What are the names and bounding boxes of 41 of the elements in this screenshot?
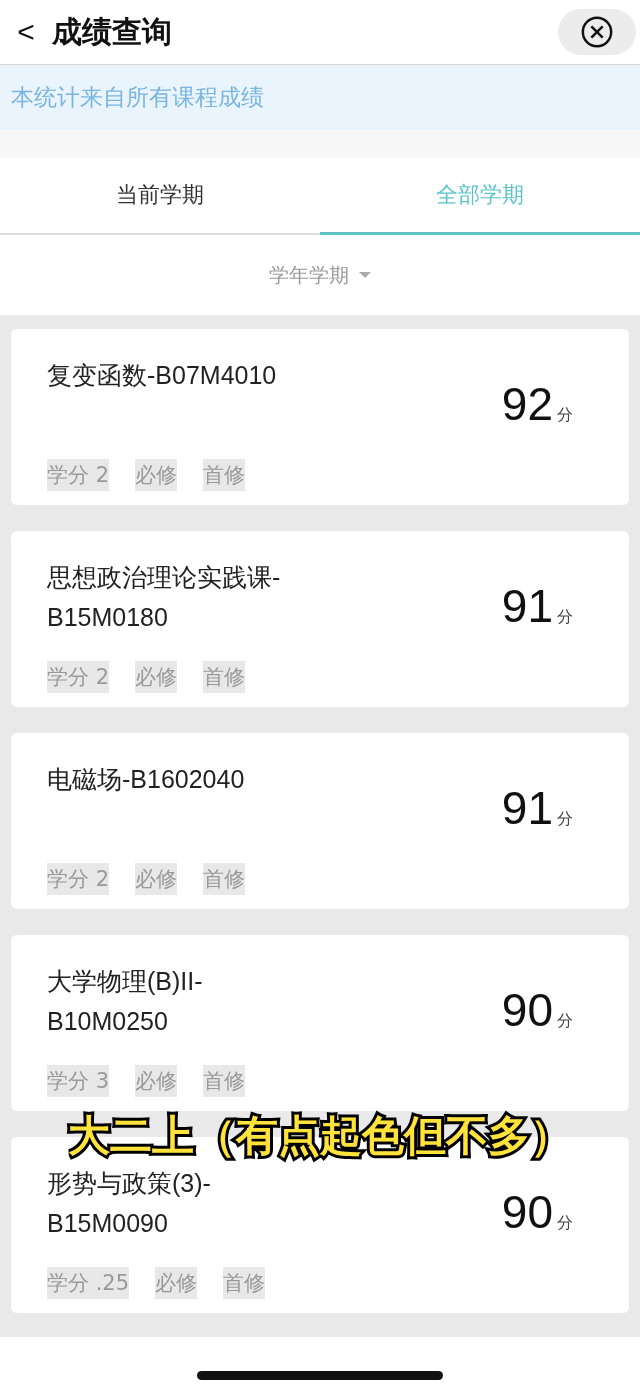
course-name: 大学物理(B)II-B10M0250 [47,966,204,1037]
course-tag: 首修 [203,661,246,693]
course-tag: 学分 2 [47,863,110,895]
score-value: 90 [501,1185,553,1239]
score-unit: 分 [557,809,573,830]
notice-banner: 本统计来自所有课程成绩 [0,65,640,130]
course-tag: 首修 [223,1267,266,1299]
course-tag: 必修 [135,1065,178,1097]
course-tag: 必修 [135,863,178,895]
course-name: 形势与政策(3)-B15M0090 [47,1168,212,1239]
score-unit: 分 [557,405,573,426]
back-button[interactable]: < [8,15,44,49]
score-unit: 分 [557,1011,573,1032]
close-button[interactable] [558,9,636,55]
score-value: 90 [501,983,553,1037]
caret-icon [359,272,371,278]
course-name: 电磁场-B1602040 [47,764,246,795]
score-unit: 分 [557,607,573,628]
course-tag: 学分 2 [47,459,110,491]
course-card[interactable]: 思想政治理论实践课-B15M0180 91 分 学分 2 必修 首修 [11,531,629,707]
page-title: 成绩查询 [52,12,173,51]
course-name: 复变函数-B07M4010 [47,360,278,391]
course-tag: 首修 [203,863,246,895]
score-value: 91 [501,579,553,633]
course-tag: 学分 2 [47,661,110,693]
course-tag: 学分 3 [47,1065,110,1097]
course-card[interactable]: 电磁场-B1602040 91 分 学分 2 必修 首修 [11,733,629,909]
course-card[interactable]: 复变函数-B07M4010 92 分 学分 2 必修 首修 [11,329,629,505]
score-unit: 分 [557,1213,573,1234]
score-value: 91 [501,781,553,835]
course-name: 思想政治理论实践课-B15M0180 [47,562,282,633]
course-card[interactable]: 大学物理(B)II-B10M0250 90 分 学分 3 必修 首修 [11,935,629,1111]
course-tag: 必修 [135,661,178,693]
close-icon [580,15,614,49]
course-tag: 首修 [203,1065,246,1097]
course-tag: 必修 [135,459,178,491]
course-tag: 学分 .25 [47,1267,130,1299]
tab[interactable]: 当前学期 [0,158,320,235]
score-value: 92 [501,377,553,431]
course-tag: 必修 [155,1267,198,1299]
course-tag: 首修 [203,459,246,491]
